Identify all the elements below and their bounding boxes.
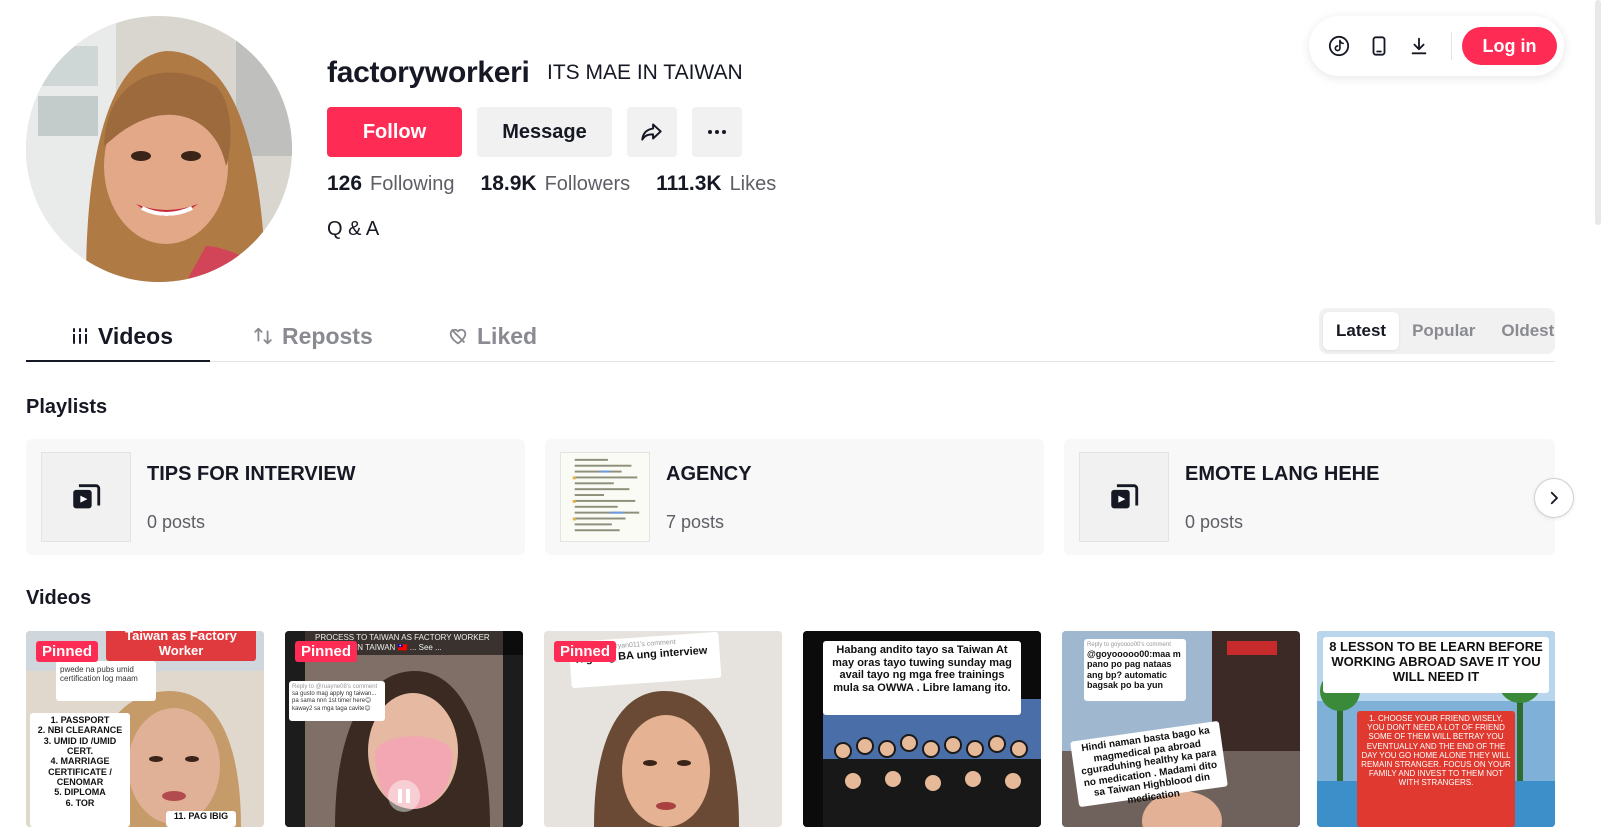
pinned-badge: Pinned [554,641,617,662]
mobile-icon[interactable] [1367,34,1391,58]
playlist-card[interactable]: TIPS FOR INTERVIEW 0 posts [26,439,525,555]
video-list-extra: 11. PAG IBIG [166,811,236,827]
comment-text: @goyooooo00:maa m pano po pag nataas ang… [1087,648,1181,690]
comment-reply-to: Reply to @ruayne08's comment [292,684,378,690]
stat-label: Followers [544,173,631,195]
login-button[interactable]: Log in [1462,27,1557,65]
tab-liked[interactable]: Liked [447,310,537,362]
video-item[interactable]: Reply to goyoooo00's comment @goyooooo00… [1062,631,1300,827]
playlist-name: TIPS FOR INTERVIEW [147,463,356,485]
top-toolbar: Log in [1309,16,1564,76]
video-comment-bubble: Reply to @ruayne08's comment sa gusto ma… [289,681,385,721]
tab-videos[interactable]: Videos [70,310,173,362]
comment-text: sa gusto mag apply ng taiwan... pa sama … [292,691,377,712]
playlist-count: 7 posts [666,512,725,532]
pinned-badge: Pinned [36,641,99,662]
profile-nickname: ITS MAE IN TAIWAN [547,61,743,84]
video-document-list: 1. PASSPORT 2. NBI CLEARANCE 3. UMID ID … [30,713,130,827]
playlist-name: AGENCY [666,463,752,485]
playlist-count: 0 posts [147,512,206,532]
stat-value: 18.9K [480,172,537,195]
video-comment-bubble: pwede na pubs umid certification log maa… [56,661,156,701]
active-tab-underline [26,360,210,362]
stat-followers[interactable]: 18.9K Followers [481,172,631,196]
tab-videos-label: Videos [98,322,173,349]
video-header-text: Taiwan as Factory Worker [106,631,256,661]
stat-value: 111.3K [656,172,722,195]
stat-likes: 111.3K Likes [656,172,776,196]
share-icon [641,123,662,141]
playlist-card[interactable]: EMOTE LANG HEHE 0 posts [1064,439,1555,555]
profile-stats: 126 Following 18.9K Followers 111.3K Lik… [327,172,802,196]
comment-reply-to: Reply to goyoooo00's comment [1087,642,1171,648]
chevron-right-icon [1550,491,1558,505]
profile-bio: Q & A [327,218,380,240]
sort-segmented-control: Latest Popular Oldest [1319,308,1555,354]
profile-username: factoryworkeri [327,56,530,89]
playlist-thumbnail [560,452,650,542]
playlist-icon [73,484,101,509]
tab-reposts[interactable]: Reposts [252,310,373,362]
videos-heading: Videos [26,587,92,609]
playlist-count: 0 posts [1185,512,1244,532]
videos-grid-icon [70,326,90,346]
stat-label: Following [370,173,455,195]
video-item[interactable]: Habang andito tayo sa Taiwan At may oras… [803,631,1041,827]
toolbar-divider [1451,32,1452,60]
page-scrollbar[interactable] [1595,0,1601,225]
video-body-text: 1. CHOOSE YOUR FRIEND WISELY, YOU DON'T … [1357,711,1515,827]
message-button[interactable]: Message [477,107,612,157]
video-title: 8 LESSON TO BE LEARN BEFORE WORKING ABRO… [1323,637,1549,693]
stat-value: 126 [327,172,363,195]
tiktok-icon[interactable] [1327,34,1351,58]
tab-reposts-label: Reposts [282,322,373,349]
playlist-icon [1111,484,1139,509]
sort-popular[interactable]: Popular [1399,312,1488,350]
video-caption: Habang andito tayo sa Taiwan At may oras… [823,641,1021,715]
download-icon[interactable] [1407,34,1431,58]
playlist-name: EMOTE LANG HEHE [1185,463,1380,485]
follow-button[interactable]: Follow [327,107,462,157]
video-item[interactable]: Taiwan as Factory Worker pwede na pubs u… [26,631,264,827]
pinned-badge: Pinned [295,641,358,662]
ellipsis-icon [708,130,726,134]
stat-label: Likes [729,173,777,195]
playlist-thumbnail [1079,452,1169,542]
video-item[interactable]: 8 LESSON TO BE LEARN BEFORE WORKING ABRO… [1317,631,1555,827]
playlist-next-button[interactable] [1534,478,1574,518]
more-options-button[interactable] [692,107,742,157]
video-item[interactable]: Reply to kimbryan011's comment Tagalog B… [544,631,782,827]
video-item[interactable]: PROCESS TO TAIWAN AS FACTORY WORKER TO A… [285,631,523,827]
playlist-thumbnail [41,452,131,542]
sort-latest[interactable]: Latest [1323,312,1400,350]
avatar [26,16,292,282]
repost-icon [252,325,274,347]
video-comment-bubble: Reply to goyoooo00's comment @goyooooo00… [1084,639,1186,701]
playlists-heading: Playlists [26,396,108,418]
stat-following[interactable]: 126 Following [327,172,455,196]
share-button[interactable] [627,107,677,157]
sort-oldest[interactable]: Oldest [1488,312,1567,350]
tab-liked-label: Liked [477,322,538,349]
playlist-card[interactable]: AGENCY 7 posts [545,439,1044,555]
heart-lock-icon [447,325,469,347]
